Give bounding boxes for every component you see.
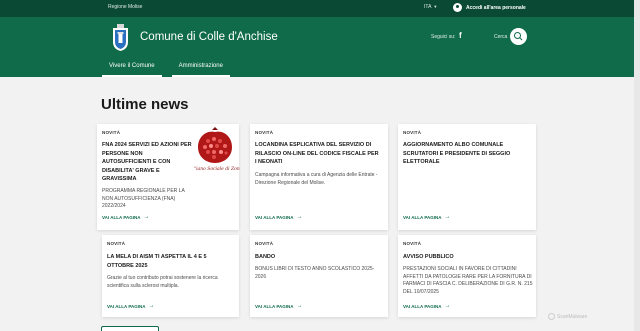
search-button[interactable] [510,28,527,45]
card-title[interactable]: LA MELA DI AISM TI ASPETTA IL 4 E 5 OTTO… [107,253,233,270]
card-category: NOVITÀ [255,241,274,246]
card-link-label: VAI ALLA PAGINA [102,214,141,220]
card-link-label: VAI ALLA PAGINA [403,303,442,309]
card-category: NOVITÀ [102,130,121,135]
watermark-text: ScanMalware [557,313,588,320]
nav-item-amministrazione[interactable]: Amministrazione [171,61,231,77]
card-category: NOVITÀ [403,130,422,135]
card-text: BONUS LIBRI DI TESTO ANNO SCOLASTICO 202… [255,266,375,280]
site-header: Comune di Colle d'Anchise Seguici su: f … [0,17,634,77]
arrow-right-icon: → [444,214,451,220]
card-category: NOVITÀ [107,241,126,246]
news-card: NOVITÀ LOCANDINA ESPLICATIVA DEL SERVIZI… [250,124,388,230]
top-bar: Regione Molise ITA ▼ Accedi all'area pers… [0,0,634,17]
card-text: PRESTAZIONI SOCIALI IN FAVORE DI CITTADI… [403,266,533,295]
pomegranate-icon [198,127,232,163]
card-title[interactable]: BANDO [255,253,381,262]
site-title[interactable]: Comune di Colle d'Anchise [140,31,278,43]
card-title[interactable]: AVVISO PUBBLICO [403,253,529,262]
card-title[interactable]: LOCANDINA ESPLICATIVA DEL SERVIZIO DI RI… [255,141,381,167]
language-label: ITA [424,4,432,10]
search-icon [514,32,523,41]
card-category: NOVITÀ [255,130,274,135]
all-news-button[interactable] [101,326,159,331]
card-link-label: VAI ALLA PAGINA [255,303,294,309]
news-card: NOVITÀ AGGIORNAMENTO ALBO COMUNALE SCRUT… [398,124,536,230]
arrow-right-icon: → [143,214,150,220]
card-link[interactable]: VAI ALLA PAGINA → [102,214,150,220]
card-link[interactable]: VAI ALLA PAGINA → [255,214,303,220]
user-icon [453,3,462,12]
language-selector[interactable]: ITA ▼ [424,4,437,10]
card-link[interactable]: VAI ALLA PAGINA → [255,303,303,309]
image-caption: "iano Sociale di Zon [194,167,240,172]
card-title[interactable]: AGGIORNAMENTO ALBO COMUNALE SCRUTATORI E… [403,141,523,167]
arrow-right-icon: → [148,303,155,309]
arrow-right-icon: → [296,303,303,309]
login-label: Accedi all'area personale [466,4,526,11]
section-heading: Ultime news [101,96,189,113]
card-link[interactable]: VAI ALLA PAGINA → [403,303,451,309]
search-label: Cerca [494,34,508,40]
social-label: Seguici su: [431,34,456,40]
scrollbar[interactable] [634,0,640,331]
card-title[interactable]: FNA 2024 SERVIZI ED AZIONI PER PERSONE N… [102,141,192,184]
login-button[interactable]: Accedi all'area personale [453,3,526,12]
card-text: Grazie al tuo contributo potrai sostener… [107,275,218,289]
chevron-down-icon: ▼ [433,4,438,9]
watermark-logo-icon [548,313,555,320]
card-link-label: VAI ALLA PAGINA [255,214,294,220]
news-card: NOVITÀ BANDO BONUS LIBRI DI TESTO ANNO S… [250,235,388,317]
news-card: NOVITÀ FNA 2024 SERVIZI ED AZIONI PER PE… [97,124,240,230]
facebook-icon[interactable]: f [459,31,462,40]
main-nav: Vivere il Comune Amministrazione [102,61,231,77]
card-text: Campagna informativa a cura di Agenzia d… [255,172,378,186]
watermark: ScanMalware [548,313,587,320]
news-card: NOVITÀ LA MELA DI AISM TI ASPETTA IL 4 E… [102,235,239,317]
nav-item-vivere[interactable]: Vivere il Comune [102,61,162,77]
card-link-label: VAI ALLA PAGINA [107,303,146,309]
card-category: NOVITÀ [403,241,422,246]
arrow-right-icon: → [444,303,451,309]
card-link-label: VAI ALLA PAGINA [403,214,442,220]
news-card: NOVITÀ AVVISO PUBBLICO PRESTAZIONI SOCIA… [398,235,536,317]
arrow-right-icon: → [296,214,303,220]
card-link[interactable]: VAI ALLA PAGINA → [107,303,155,309]
card-image[interactable]: "iano Sociale di Zon [194,126,240,174]
card-text: PROGRAMMA REGIONALE PER LA NON AUTOSUFFI… [102,188,185,209]
card-link[interactable]: VAI ALLA PAGINA → [403,214,451,220]
municipality-crest-icon[interactable] [112,24,129,51]
region-link[interactable]: Regione Molise [108,4,142,10]
